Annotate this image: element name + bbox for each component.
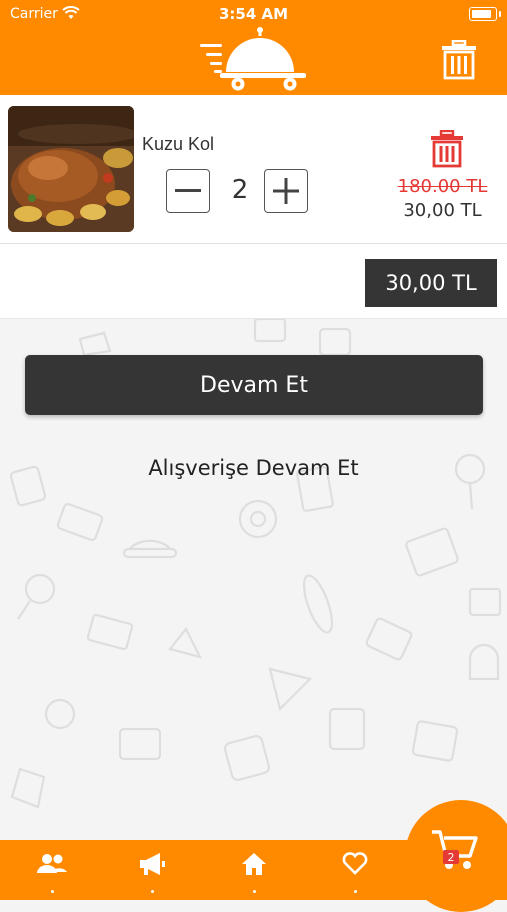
cart-count-badge: 2 — [443, 850, 459, 864]
nav-megaphone-icon[interactable] — [137, 850, 167, 878]
battery-icon — [469, 7, 501, 21]
discounted-price: 30,00 TL — [403, 200, 482, 221]
status-time: 3:54 AM — [218, 5, 289, 23]
delivery-cloche-logo-icon — [200, 27, 306, 91]
minus-icon — [175, 189, 201, 192]
nav-indicator-dot — [253, 890, 256, 893]
nav-home-icon[interactable] — [239, 850, 269, 878]
nav-people-icon[interactable] — [37, 850, 67, 878]
nav-indicator-dot — [354, 890, 357, 893]
plus-icon — [273, 178, 299, 204]
original-price: 180.00 TL — [397, 176, 488, 197]
continue-button[interactable]: Devam Et — [25, 355, 483, 415]
clear-cart-trash-icon[interactable] — [440, 40, 478, 80]
product-name: Kuzu Kol — [142, 134, 215, 154]
remove-item-trash-icon[interactable] — [430, 130, 464, 168]
nav-indicator-dot — [151, 890, 154, 893]
nav-indicator-dot — [51, 890, 54, 893]
cart-total-badge: 30,00 TL — [365, 259, 497, 307]
continue-shopping-link[interactable]: Alışverişe Devam Et — [0, 456, 507, 480]
product-image — [8, 106, 134, 232]
decrease-quantity-button[interactable] — [166, 169, 210, 213]
quantity-value: 2 — [231, 175, 249, 205]
status-bar: Carrier 3:54 AM — [0, 0, 507, 28]
increase-quantity-button[interactable] — [264, 169, 308, 213]
nav-heart-icon[interactable] — [340, 850, 370, 878]
